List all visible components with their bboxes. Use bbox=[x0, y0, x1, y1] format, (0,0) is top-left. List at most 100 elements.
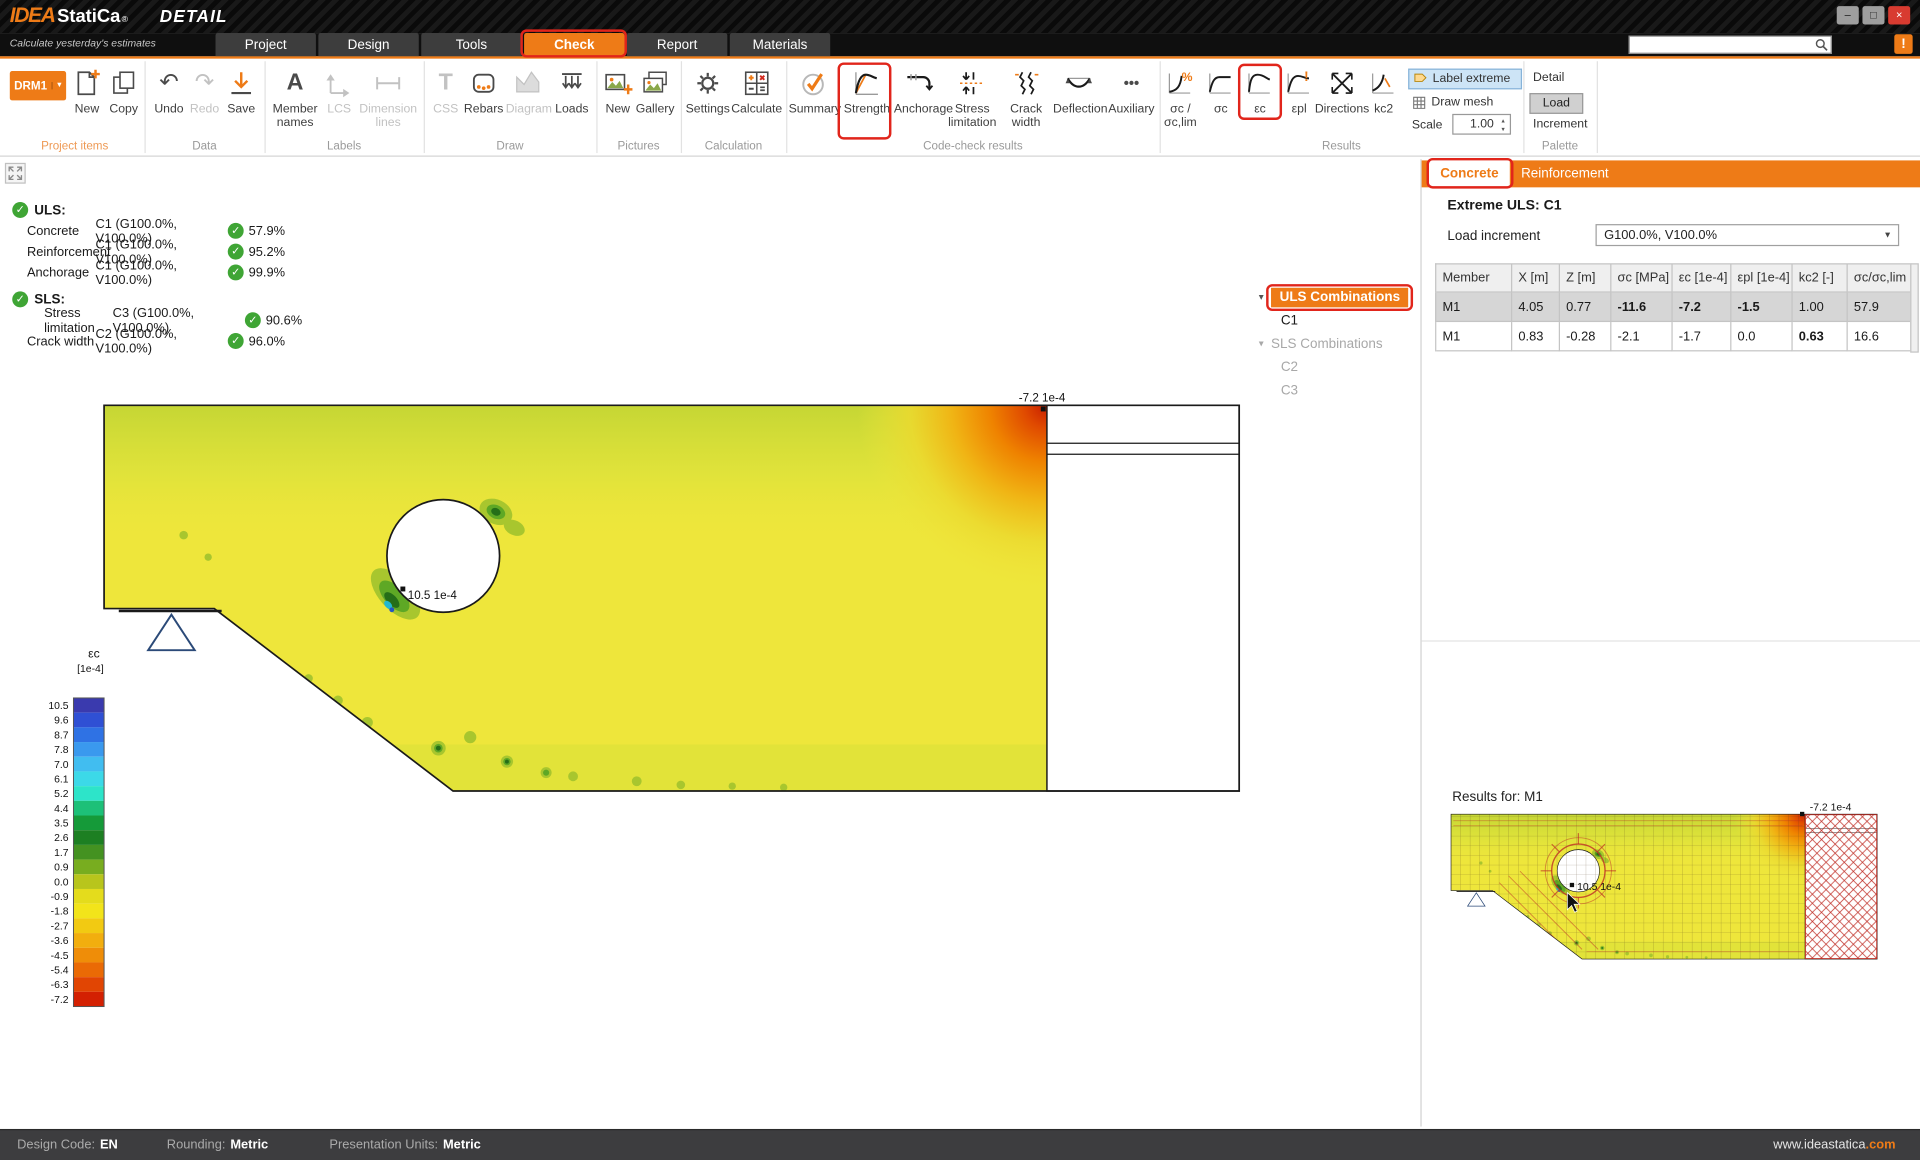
tree-expand-icon[interactable]: ▾ bbox=[1259, 291, 1270, 302]
ribbon-new-item-button[interactable]: New bbox=[66, 64, 108, 117]
svg-text:-5.4: -5.4 bbox=[51, 965, 69, 976]
gallery-icon bbox=[633, 64, 677, 103]
rounding-value: Metric bbox=[230, 1138, 268, 1153]
drm1-selector[interactable]: DRM1 ▼ bbox=[10, 71, 66, 100]
ribbon-stress-limitation-button[interactable]: Stress limitation bbox=[947, 64, 998, 130]
svg-text:6.1: 6.1 bbox=[54, 774, 69, 785]
summary-row-crack-width: Crack widthC2 (G100.0%, V100.0%) ✓96.0% bbox=[10, 331, 310, 352]
tab-design[interactable]: Design bbox=[318, 33, 418, 56]
app-logo: IDEA StatiCa ® DETAIL bbox=[10, 4, 228, 28]
min-extreme-marker bbox=[1041, 407, 1046, 412]
check-ok-icon: ✓ bbox=[228, 333, 244, 349]
window-controls: – □ × bbox=[1837, 6, 1910, 24]
statusbar: Design Code: EN Rounding: Metric Present… bbox=[0, 1129, 1920, 1160]
table-row[interactable]: M10.83-0.28-2.1-1.70.00.6316.6 bbox=[1435, 322, 1911, 351]
label-tag-icon bbox=[1413, 72, 1428, 87]
scale-label: Scale bbox=[1408, 115, 1446, 136]
ribbon-crack-width-button[interactable]: Crack width bbox=[1000, 64, 1051, 130]
group-label-data: Data bbox=[144, 140, 264, 155]
svg-text:-3.6: -3.6 bbox=[51, 936, 69, 947]
svg-text:-1.8: -1.8 bbox=[51, 907, 69, 918]
palette-detail-option[interactable]: Detail bbox=[1533, 71, 1564, 84]
ribbon-tabs: Project Design Tools Check Report Materi… bbox=[216, 33, 831, 56]
check-summary-panel: ✓ ULS: ConcreteC1 (G100.0%, V100.0%) ✓57… bbox=[10, 200, 310, 352]
ribbon-calculate-button[interactable]: Calculate bbox=[731, 64, 782, 117]
load-increment-dropdown[interactable]: G100.0%, V100.0% ▼ bbox=[1596, 224, 1900, 246]
load-increment-label: Load increment bbox=[1447, 229, 1540, 244]
ribbon-summary-button[interactable]: Summary bbox=[789, 64, 840, 117]
maximize-button[interactable]: □ bbox=[1862, 6, 1884, 24]
check-ok-icon: ✓ bbox=[12, 202, 28, 218]
tab-tools[interactable]: Tools bbox=[421, 33, 521, 56]
ribbon-gallery-button[interactable]: Gallery bbox=[633, 64, 677, 117]
ribbon-settings-button[interactable]: Settings bbox=[684, 64, 731, 117]
tree-item-c1[interactable]: C1 bbox=[1259, 309, 1418, 332]
stepper-down-icon[interactable]: ▼ bbox=[1500, 124, 1505, 133]
tab-check[interactable]: Check bbox=[524, 33, 624, 56]
tab-project[interactable]: Project bbox=[216, 33, 316, 56]
tab-reinforcement[interactable]: Reinforcement bbox=[1510, 167, 1620, 182]
expand-view-button[interactable] bbox=[5, 163, 26, 184]
minimize-button[interactable]: – bbox=[1837, 6, 1859, 24]
ribbon-copy-button[interactable]: Copy bbox=[103, 64, 145, 117]
new-document-icon bbox=[66, 64, 108, 103]
ribbon-rebars-toggle[interactable]: Rebars bbox=[462, 64, 506, 117]
stepper-up-icon[interactable]: ▲ bbox=[1500, 116, 1505, 125]
tab-concrete[interactable]: Concrete bbox=[1429, 160, 1510, 187]
tree-expand-icon[interactable]: ▾ bbox=[1259, 338, 1270, 349]
results-panel-tabs: Concrete Reinforcement bbox=[1422, 160, 1920, 187]
scale-stepper[interactable]: ▲ ▼ bbox=[1496, 115, 1509, 133]
extreme-title: Extreme ULS: C1 bbox=[1447, 198, 1561, 213]
ribbon-deflection-button[interactable]: Deflection bbox=[1053, 64, 1104, 117]
palette-increment-option[interactable]: Increment bbox=[1533, 118, 1587, 131]
svg-text:7.0: 7.0 bbox=[54, 760, 69, 771]
svg-text:7.8: 7.8 bbox=[54, 745, 69, 756]
group-label-project-items: Project items bbox=[5, 140, 145, 155]
svg-text:-0.9: -0.9 bbox=[51, 892, 69, 903]
logo-idea: IDEA bbox=[10, 4, 55, 28]
svg-text:0.0: 0.0 bbox=[54, 877, 69, 888]
titlebar: IDEA StatiCa ® DETAIL – □ × bbox=[0, 0, 1920, 33]
mesh-grid-icon bbox=[1412, 95, 1427, 110]
tree-item-c3[interactable]: C3 bbox=[1259, 378, 1418, 401]
ribbon: DRM1 ▼ New Copy ↶ Undo ↷ Redo Save A Mem… bbox=[0, 59, 1920, 157]
table-scrollbar[interactable] bbox=[1910, 263, 1919, 352]
check-ok-icon: ✓ bbox=[12, 291, 28, 307]
palette-load-option[interactable]: Load bbox=[1529, 93, 1583, 114]
ribbon-anchorage-button[interactable]: Anchorage bbox=[894, 64, 945, 117]
svg-text:-6.3: -6.3 bbox=[51, 980, 69, 991]
ribbon-loads-toggle[interactable]: Loads bbox=[549, 64, 596, 117]
ribbon-save-button[interactable]: Save bbox=[219, 64, 263, 117]
diagram-icon bbox=[506, 64, 550, 103]
chevron-down-icon[interactable]: ▼ bbox=[51, 82, 66, 89]
units-value: Metric bbox=[443, 1138, 481, 1153]
ribbon-strength-button[interactable]: Strength bbox=[841, 64, 892, 117]
tree-item-uls-combinations[interactable]: ▾ ULS Combinations bbox=[1259, 285, 1418, 308]
loads-icon bbox=[549, 64, 596, 103]
close-button[interactable]: × bbox=[1888, 6, 1910, 24]
units-label: Presentation Units: bbox=[329, 1138, 438, 1153]
expand-arrows-icon bbox=[7, 165, 23, 181]
website-link[interactable]: www.ideastatica.com bbox=[1773, 1138, 1895, 1153]
draw-mesh-toggle[interactable]: Draw mesh bbox=[1408, 92, 1497, 113]
search-input[interactable] bbox=[1630, 37, 1815, 52]
check-ok-icon: ✓ bbox=[245, 312, 261, 328]
ribbon-kc2-toggle[interactable]: kc2 bbox=[1359, 64, 1408, 117]
info-button[interactable]: ! bbox=[1894, 34, 1912, 54]
tree-item-c2[interactable]: C2 bbox=[1259, 355, 1418, 378]
tab-report[interactable]: Report bbox=[627, 33, 727, 56]
group-label-palette: Palette bbox=[1523, 140, 1596, 155]
ribbon-auxiliary-button[interactable]: ••• Auxiliary bbox=[1106, 64, 1157, 117]
rounding-label: Rounding: bbox=[167, 1138, 226, 1153]
label-extreme-toggle[interactable]: Label extreme bbox=[1408, 69, 1522, 90]
save-icon bbox=[219, 64, 263, 103]
ellipsis-icon: ••• bbox=[1106, 64, 1157, 103]
table-row[interactable]: M14.050.77-11.6-7.2-1.51.0057.9 bbox=[1435, 293, 1911, 322]
max-extreme-label: 10.5 1e-4 bbox=[408, 589, 458, 602]
tree-item-sls-combinations[interactable]: ▾ SLS Combinations bbox=[1259, 332, 1418, 355]
ribbon-dimension-lines-toggle: Dimension lines bbox=[356, 64, 420, 130]
search-box[interactable] bbox=[1629, 36, 1832, 54]
design-code-label: Design Code: bbox=[17, 1138, 95, 1153]
kc2-curve-icon bbox=[1359, 64, 1408, 103]
tab-materials[interactable]: Materials bbox=[730, 33, 830, 56]
